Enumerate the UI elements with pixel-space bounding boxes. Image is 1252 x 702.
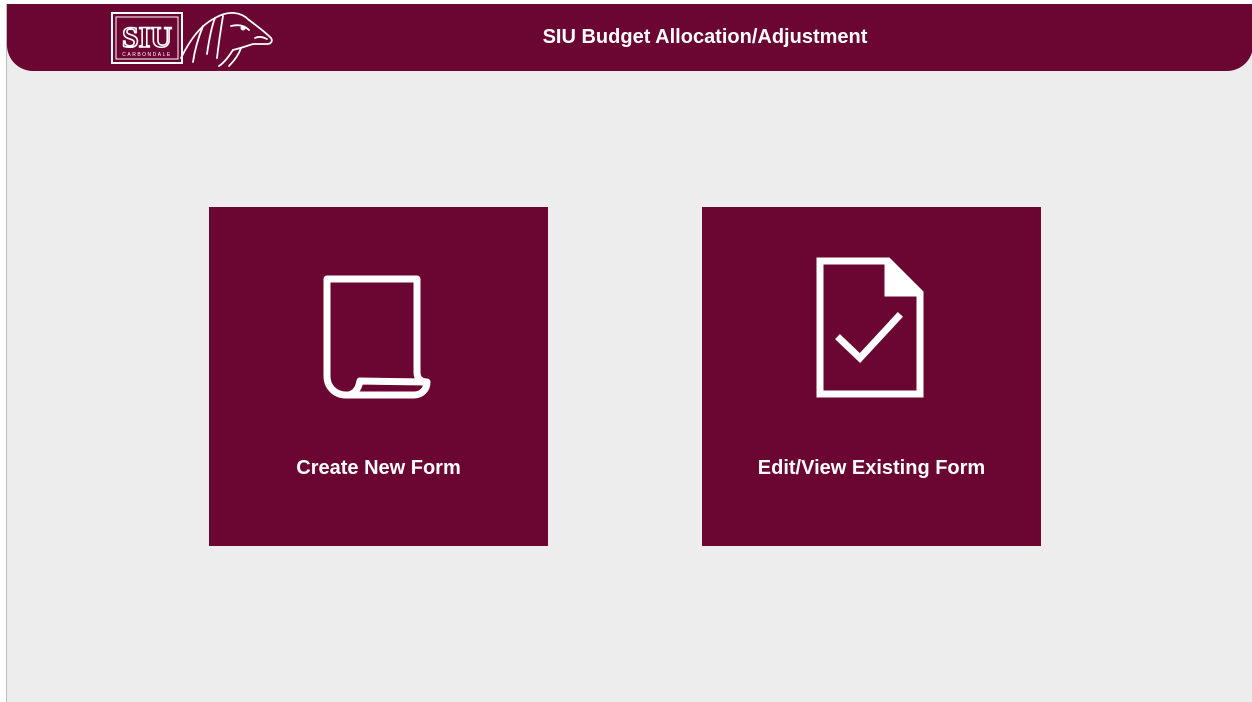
create-new-form-label: Create New Form [296,457,461,479]
app-screen: SIU CARBONDALE SIU Budget Allocation/Adj… [6,4,1252,702]
blank-document-icon [209,207,548,427]
create-new-form-button[interactable]: Create New Form [209,207,548,546]
page-title: SIU Budget Allocation/Adjustment [542,26,868,48]
header-bar: SIU CARBONDALE SIU Budget Allocation/Adj… [7,4,1252,71]
edit-view-existing-form-button[interactable]: Edit/View Existing Form [702,207,1041,546]
document-checkmark-icon [702,207,1041,427]
edit-view-existing-form-label: Edit/View Existing Form [757,457,986,479]
